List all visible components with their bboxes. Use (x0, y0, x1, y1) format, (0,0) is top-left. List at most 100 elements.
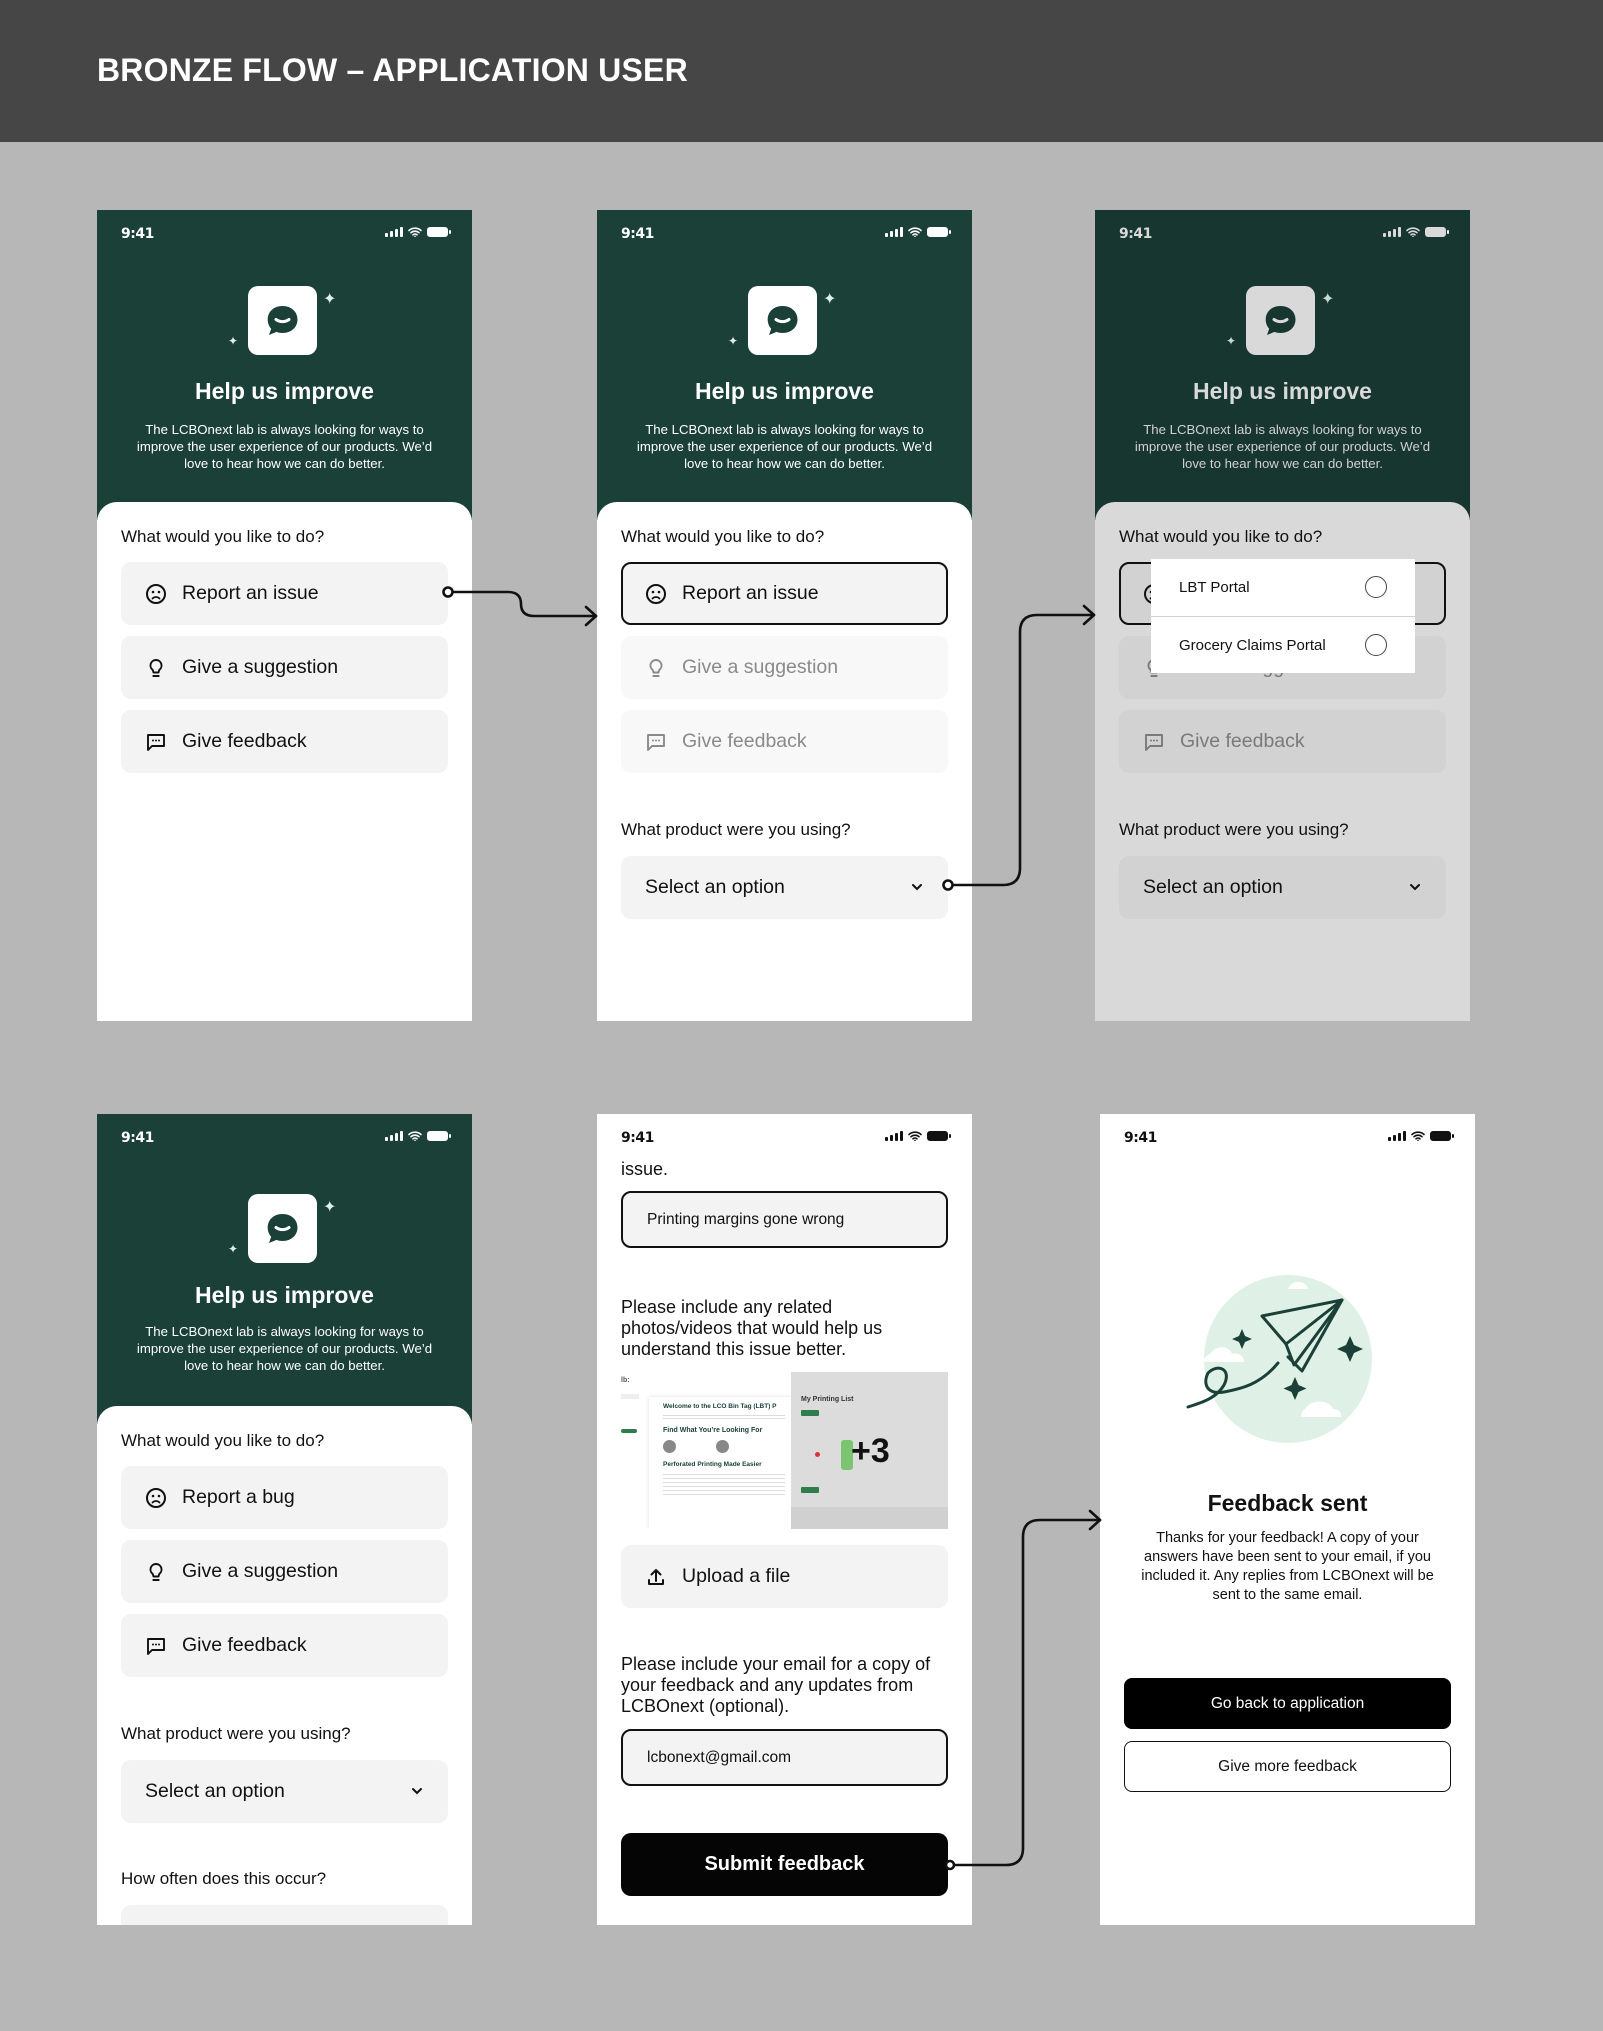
signal-icon (885, 227, 903, 237)
option-report-issue[interactable]: Report an issue (121, 562, 448, 625)
thumb-content: Welcome to the LCO Bin Tag (LBT) P Find … (649, 1397, 791, 1529)
intro-title: Help us improve (1193, 378, 1372, 404)
option-give-feedback[interactable]: Give feedback (121, 1614, 448, 1677)
email-prompt: Please include your email for a copy of … (621, 1654, 931, 1716)
intro-hero: 9:41 ✦ ✦ Help us improve The LCBOnext la… (97, 210, 472, 520)
chat-bubble-icon (645, 731, 667, 753)
screen-6-feedback-sent: 9:41 Feedback sent Thanks for your feedb… (1100, 1114, 1475, 1925)
thumb-lines (663, 1471, 785, 1497)
issue-title-value: Printing margins gone wrong (647, 1210, 845, 1228)
option-report-bug[interactable]: Report a bug (121, 1466, 448, 1529)
option-give-feedback[interactable]: Give feedback (1119, 710, 1446, 773)
status-bar: 9:41 (97, 210, 472, 254)
option-label: Give a suggestion (182, 1560, 339, 1582)
upload-icon (645, 1566, 667, 1588)
sad-face-icon (145, 1487, 167, 1509)
battery-icon (427, 1131, 451, 1141)
product-select[interactable]: Select an option (121, 1760, 448, 1823)
thumb-print-button (801, 1410, 819, 1416)
status-bar: 9:41 (1095, 210, 1470, 254)
attachment-thumbnail-printing-list[interactable]: My Printing List +3 (791, 1372, 948, 1529)
option-give-suggestion[interactable]: Give a suggestion (121, 636, 448, 699)
dropdown-option-lbt-portal[interactable]: LBT Portal (1151, 559, 1415, 616)
option-give-feedback[interactable]: Give feedback (121, 710, 448, 773)
status-bar: 9:41 (1100, 1114, 1475, 1158)
smile-chat-icon (767, 306, 798, 335)
intro-body: The LCBOnext lab is always looking for w… (1134, 422, 1431, 471)
smile-chat-icon (267, 306, 298, 335)
status-time: 9:41 (621, 1130, 654, 1146)
status-bar: 9:41 (97, 1114, 472, 1158)
radio-button[interactable] (1365, 634, 1387, 656)
option-label: Give feedback (682, 730, 807, 752)
product-select-value: Select an option (645, 876, 785, 898)
signal-icon (385, 227, 403, 237)
product-select-value: Select an option (1143, 876, 1283, 898)
battery-icon (1425, 227, 1449, 237)
email-input[interactable]: lcbonext@gmail.com (621, 1729, 948, 1786)
issue-label-fragment: issue. (621, 1159, 669, 1179)
option-label: Report an issue (182, 582, 319, 604)
success-title: Feedback sent (1207, 1490, 1368, 1516)
status-time: 9:41 (121, 226, 154, 242)
product-dropdown-menu: LBT Portal Grocery Claims Portal (1151, 559, 1415, 673)
thumb-badge (621, 1429, 637, 1433)
option-label: Report a bug (182, 1486, 295, 1508)
product-question: What product were you using? (121, 1724, 351, 1743)
chevron-down-icon (1410, 884, 1420, 891)
chat-bubble-icon (1143, 731, 1165, 753)
radio-button[interactable] (1365, 576, 1387, 598)
sparkle-icon: ✦ (1226, 334, 1237, 348)
option-label: Give feedback (182, 1634, 307, 1656)
wifi-icon (1406, 227, 1420, 237)
dropdown-option-grocery-claims-portal[interactable]: Grocery Claims Portal (1151, 616, 1415, 673)
option-give-suggestion[interactable]: Give a suggestion (121, 1540, 448, 1603)
status-time: 9:41 (1124, 1130, 1157, 1146)
intro-title: Help us improve (195, 378, 374, 404)
frequency-select[interactable] (121, 1905, 448, 1925)
go-back-to-application-button[interactable]: Go back to application (1124, 1678, 1451, 1729)
action-question: What would you like to do? (1119, 527, 1323, 546)
product-select[interactable]: Select an option (621, 856, 948, 919)
screen-2-product-select: 9:41 ✦ ✦ Help us improve The LCBOnext la… (597, 210, 972, 1021)
action-question: What would you like to do? (121, 1431, 325, 1450)
intro-body: The LCBOnext lab is always looking for w… (136, 422, 433, 471)
thumb-logo: lb: (621, 1377, 630, 1384)
sparkle-icon: ✦ (823, 291, 837, 308)
option-label: Report an issue (682, 582, 819, 604)
form-sheet: What would you like to do? Report a bug … (97, 1406, 472, 1925)
option-give-feedback[interactable]: Give feedback (621, 710, 948, 773)
product-question: What product were you using? (621, 820, 851, 839)
smile-chat-icon (267, 1214, 298, 1243)
intro-hero: 9:41 ✦ ✦ Help us improve The LCBOnext la… (1095, 210, 1470, 520)
intro-hero: 9:41 ✦ ✦ Help us improve The LCBOnext la… (597, 210, 972, 520)
paper-plane-illustration (1186, 1275, 1372, 1443)
intro-title: Help us improve (695, 378, 874, 404)
chat-bubble-icon (145, 731, 167, 753)
status-time: 9:41 (621, 226, 654, 242)
option-give-suggestion[interactable]: Give a suggestion (621, 636, 948, 699)
product-question: What product were you using? (1119, 820, 1349, 839)
submit-feedback-button[interactable]: Submit feedback (621, 1833, 948, 1896)
dropdown-option-label: Grocery Claims Portal (1179, 636, 1326, 654)
product-select[interactable]: Select an option (1119, 856, 1446, 919)
upload-file-button[interactable]: Upload a file (621, 1545, 948, 1608)
issue-title-input[interactable]: Printing margins gone wrong (621, 1191, 948, 1248)
attachment-previews[interactable]: lb: Welcome to the LCO Bin Tag (LBT) P F… (621, 1372, 948, 1529)
attachment-thumbnail-lbt-home[interactable]: lb: Welcome to the LCO Bin Tag (LBT) P F… (621, 1372, 791, 1529)
sparkle-icon: ✦ (728, 334, 739, 348)
page-header: BRONZE FLOW – APPLICATION USER (0, 0, 1603, 142)
product-select-value: Select an option (145, 1780, 285, 1802)
battery-icon (927, 1131, 951, 1141)
give-more-feedback-button[interactable]: Give more feedback (1124, 1741, 1451, 1792)
feedback-app-logo (248, 286, 317, 355)
signal-icon (1383, 227, 1401, 237)
smile-chat-icon (1265, 306, 1296, 335)
chat-bubble-icon (145, 1635, 167, 1657)
thumb-heading: Perforated Printing Made Easier (663, 1461, 762, 1468)
status-time: 9:41 (1119, 226, 1152, 242)
option-report-issue[interactable]: Report an issue (621, 562, 948, 625)
dropdown-option-label: LBT Portal (1179, 579, 1250, 596)
intro-title: Help us improve (195, 1282, 374, 1308)
thumb-print-button (801, 1487, 819, 1493)
